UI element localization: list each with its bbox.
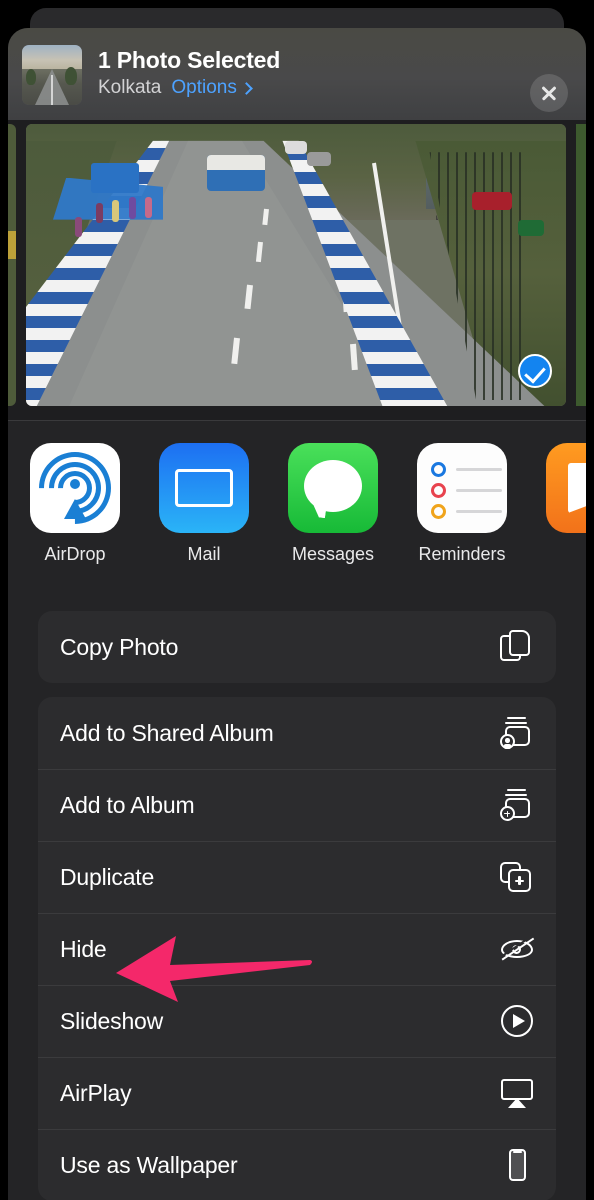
photo-road-sign [90, 163, 139, 194]
reminder-line [456, 510, 502, 513]
share-target-label: AirDrop [44, 544, 106, 564]
photo-pedestrian [112, 200, 120, 223]
thumbnail-road-line [51, 75, 53, 105]
photo-fill [576, 124, 586, 406]
action-list: Copy Photo Add to Shared Album Add to Al… [8, 611, 586, 1200]
photo-item-previous[interactable] [8, 124, 16, 406]
action-label: Hide [60, 935, 107, 962]
photo-item-next[interactable] [576, 124, 586, 406]
action-row-copy-photo[interactable]: Copy Photo [38, 611, 556, 683]
photo-lane-dash [261, 208, 269, 225]
share-target-label: Messages [291, 544, 375, 564]
reminder-item [431, 504, 502, 519]
books-icon [546, 443, 586, 533]
action-row-slideshow[interactable]: Slideshow [38, 985, 556, 1057]
share-target-mail[interactable]: Mail [159, 443, 249, 565]
action-label: Slideshow [60, 1007, 164, 1034]
photo-selected-checkmark[interactable] [518, 354, 552, 388]
reminder-item [431, 483, 502, 498]
reminder-dot-orange [431, 504, 446, 519]
photo-detail [8, 231, 16, 260]
airdrop-dot [70, 479, 80, 490]
photo-pedestrian [74, 217, 82, 238]
eye-slash-icon [500, 932, 535, 966]
iphone-icon [500, 1148, 534, 1182]
photo-car [285, 140, 308, 154]
messages-icon [288, 443, 378, 533]
page-title: 1 Photo Selected [98, 47, 281, 73]
reminder-dot-blue [431, 462, 446, 477]
envelope-body [175, 469, 233, 507]
airdrop-triangle [64, 499, 86, 519]
share-target-label: Mail [187, 544, 221, 564]
action-label: Add to Shared Album [60, 719, 274, 746]
book-pages [568, 463, 586, 513]
share-target-books[interactable]: B [546, 443, 586, 565]
header-text-block: 1 Photo Selected Kolkata Options [98, 46, 280, 100]
share-target-label: Reminders [418, 544, 506, 564]
action-row-use-as-wallpaper[interactable]: Use as Wallpaper [38, 1129, 556, 1200]
airdrop-icon [30, 443, 120, 533]
airplay-icon [500, 1076, 534, 1110]
share-target-airdrop[interactable]: AirDrop [30, 443, 120, 565]
thumbnail-sky [22, 45, 82, 71]
photo-rail[interactable] [8, 124, 586, 414]
share-target-messages[interactable]: Messages [288, 443, 378, 565]
action-row-duplicate[interactable]: Duplicate [38, 841, 556, 913]
action-label: Duplicate [60, 863, 155, 890]
share-sheet-screen: 1 Photo Selected Kolkata Options AirDrop… [0, 0, 594, 1200]
photo-pedestrian [144, 197, 152, 219]
share-sheet: 1 Photo Selected Kolkata Options AirDrop… [8, 28, 586, 1200]
photo-autorickshaw [518, 219, 545, 236]
photo-bus [206, 155, 265, 192]
reminder-line [456, 489, 502, 492]
options-label: Options [171, 77, 237, 98]
action-row-airplay[interactable]: AirPlay [38, 1057, 556, 1129]
action-row-add-to-shared-album[interactable]: Add to Shared Album [38, 697, 556, 769]
options-link[interactable]: Options [171, 76, 253, 100]
photo-car [472, 191, 512, 210]
header-subtitle-row: Kolkata Options [98, 76, 280, 100]
action-label: AirPlay [60, 1079, 132, 1106]
reminders-icon [417, 443, 507, 533]
reminder-dot-red [431, 483, 446, 498]
photo-pedestrian [128, 197, 136, 220]
mail-icon [159, 443, 249, 533]
reminder-item [431, 462, 502, 477]
action-row-add-to-album[interactable]: Add to Album [38, 769, 556, 841]
duplicate-icon [500, 860, 534, 894]
close-icon[interactable] [530, 74, 568, 112]
chevron-right-icon [239, 81, 253, 95]
play-circle-icon [500, 1004, 534, 1038]
share-target-label: B [546, 544, 586, 565]
action-label: Use as Wallpaper [60, 1151, 238, 1178]
action-row-hide[interactable]: Hide [38, 913, 556, 985]
action-label: Copy Photo [60, 633, 179, 660]
share-targets-row[interactable]: AirDrop Mail Messages Reminders [8, 421, 586, 611]
selected-photo-thumbnail[interactable] [22, 45, 82, 105]
photo-location: Kolkata [98, 77, 162, 98]
action-label: Add to Album [60, 791, 195, 818]
photo-preview-strip [8, 120, 586, 420]
action-group-main: Add to Shared Album Add to Album Duplica… [38, 697, 556, 1200]
add-album-icon [500, 788, 534, 822]
share-sheet-header: 1 Photo Selected Kolkata Options [8, 28, 586, 120]
action-group-clipboard: Copy Photo [38, 611, 556, 683]
copy-icon [500, 630, 534, 664]
shared-album-icon [500, 716, 534, 750]
photo-pedestrian [96, 202, 104, 223]
reminder-line [456, 468, 502, 471]
photo-car [306, 152, 331, 167]
message-bubble-tail [308, 499, 328, 519]
share-target-reminders[interactable]: Reminders [417, 443, 507, 565]
photo-item-selected[interactable] [26, 124, 566, 406]
photo-fill [8, 124, 16, 406]
